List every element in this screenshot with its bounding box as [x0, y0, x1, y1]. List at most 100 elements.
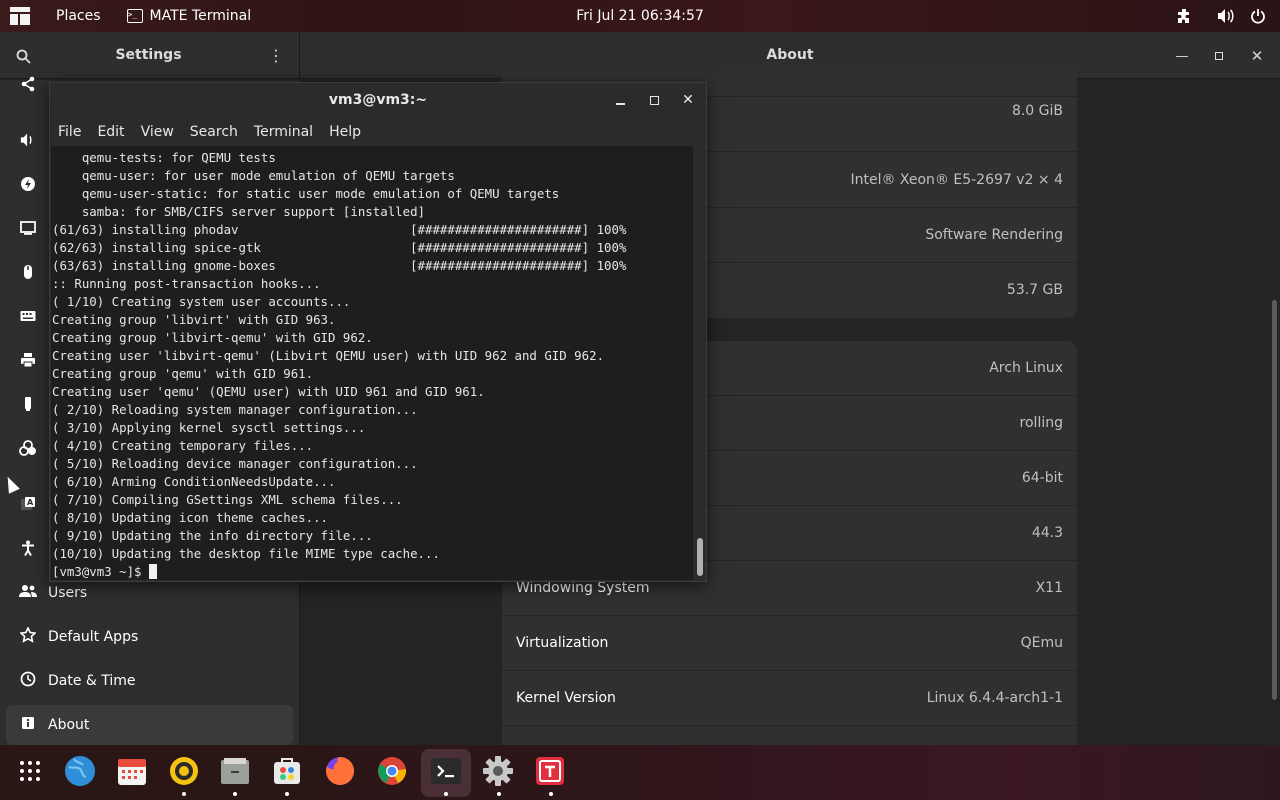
power-icon[interactable]	[18, 174, 38, 194]
menu-terminal[interactable]: Terminal	[246, 118, 321, 146]
sidebar-item-about[interactable]: About	[6, 705, 293, 745]
clock[interactable]: Fri Jul 21 06:34:57	[576, 8, 704, 24]
terminal-titlebar[interactable]: vm3@vm3:~ ✕	[50, 83, 706, 118]
keyboard-icon[interactable]	[18, 306, 38, 326]
terminal-close-button[interactable]: ✕	[677, 89, 699, 111]
menu-help[interactable]: Help	[321, 118, 369, 146]
files-icon[interactable]	[215, 751, 255, 791]
minimize-icon: —	[1175, 48, 1189, 64]
terminal-icon[interactable]	[426, 751, 466, 791]
typora-icon[interactable]	[530, 751, 570, 791]
terminal-menubar: File Edit View Search Terminal Help	[50, 118, 706, 146]
top-panel: Places >_ MATE Terminal Fri Jul 21 06:34…	[0, 0, 1280, 32]
settings-title: Settings	[115, 47, 182, 63]
places-menu[interactable]: Places	[46, 0, 111, 32]
removable-media-icon[interactable]	[18, 394, 38, 414]
terminal-scrollbar[interactable]	[695, 146, 706, 580]
firefox-icon[interactable]	[320, 751, 360, 791]
terminal-prompt: [vm3@vm3 ~]$	[52, 564, 149, 579]
web-browser-icon[interactable]	[60, 751, 100, 791]
menu-file[interactable]: File	[50, 118, 89, 146]
rhythmbox-icon[interactable]	[164, 751, 204, 791]
row-value: 44.3	[1031, 525, 1063, 541]
processor-value: Intel® Xeon® E5-2697 v2 × 4	[850, 172, 1063, 188]
terminal-line: qemu-user-static: for static user mode e…	[52, 186, 560, 201]
virtualization-row[interactable]: Virtualization QEmu	[502, 616, 1077, 671]
terminal-line: ( 3/10) Applying kernel sysctl settings.…	[52, 420, 366, 435]
terminal-line: Creating user 'qemu' (QEMU user) with UI…	[52, 384, 485, 399]
menu-edit[interactable]: Edit	[89, 118, 132, 146]
terminal-app-icon: >_	[126, 9, 143, 23]
dock-running-indicator	[285, 792, 289, 796]
terminal-maximize-button[interactable]	[643, 89, 665, 111]
settings-icon[interactable]	[478, 751, 518, 791]
dock-running-indicator	[444, 792, 448, 796]
terminal-line: Creating group 'libvirt' with GID 963.	[52, 312, 336, 327]
volume-icon[interactable]	[1210, 0, 1242, 32]
active-app-menu[interactable]: >_ MATE Terminal	[117, 0, 262, 32]
extension-icon[interactable]	[1168, 0, 1200, 32]
software-icon[interactable]	[267, 751, 307, 791]
sound-icon[interactable]	[18, 130, 38, 150]
terminal-output[interactable]: qemu-tests: for QEMU tests qemu-user: fo…	[51, 146, 693, 580]
terminal-prompt-line: [vm3@vm3 ~]$	[52, 563, 626, 580]
color-icon[interactable]	[18, 438, 38, 458]
display-icon[interactable]	[18, 218, 38, 238]
dock-running-indicator	[182, 792, 186, 796]
terminal-line: ( 1/10) Creating system user accounts...	[52, 294, 351, 309]
terminal-minimize-button[interactable]	[609, 89, 631, 111]
app-grid-icon[interactable]	[10, 751, 50, 791]
row-value: Linux 6.4.4-arch1-1	[926, 690, 1063, 706]
calendar-icon[interactable]	[112, 751, 152, 791]
sidebar-item-default-apps[interactable]: Default Apps	[6, 617, 293, 657]
terminal-line: :: Running post-transaction hooks...	[52, 276, 321, 291]
terminal-line: qemu-tests: for QEMU tests	[52, 150, 276, 165]
terminal-line: Creating group 'qemu' with GID 961.	[52, 366, 314, 381]
kernel-version-row[interactable]: Kernel Version Linux 6.4.4-arch1-1	[502, 671, 1077, 726]
terminal-lines: qemu-tests: for QEMU tests qemu-user: fo…	[52, 149, 626, 580]
clock-icon	[18, 671, 38, 691]
close-button[interactable]: ✕	[1245, 44, 1269, 68]
share-icon[interactable]	[18, 74, 38, 94]
menu-view[interactable]: View	[133, 118, 182, 146]
info-icon	[18, 716, 38, 734]
minimize-button[interactable]: —	[1170, 44, 1194, 68]
terminal-line: (61/63) installing phodav [#############…	[52, 222, 627, 237]
sidebar-item-label: About	[48, 717, 90, 733]
sidebar-item-date-time[interactable]: Date & Time	[6, 661, 293, 701]
system-row[interactable]	[502, 726, 1077, 745]
main-menu-button[interactable]: ⋮	[264, 44, 288, 68]
minimize-icon	[615, 103, 625, 105]
dock-running-indicator	[497, 792, 501, 796]
default-apps-icon	[18, 626, 38, 647]
sidebar-item-label: Users	[48, 585, 88, 601]
sidebar-item-label: Date & Time	[48, 673, 136, 689]
menu-search[interactable]: Search	[182, 118, 246, 146]
row-value: rolling	[1019, 415, 1063, 431]
terminal-line: qemu-user: for user mode emulation of QE…	[52, 168, 455, 183]
settings-sidebar-header: Settings ⋮	[0, 32, 300, 79]
mouse-icon[interactable]	[18, 262, 38, 282]
row-label: Virtualization	[516, 635, 609, 651]
row-label: Kernel Version	[516, 690, 616, 706]
terminal-line: ( 8/10) Updating icon theme caches...	[52, 510, 329, 525]
power-icon[interactable]	[1242, 0, 1274, 32]
row-value: QEmu	[1020, 635, 1063, 651]
terminal-line: Creating user 'libvirt-qemu' (Libvirt QE…	[52, 348, 605, 363]
apps-menu-icon[interactable]	[8, 4, 32, 28]
accessibility-icon[interactable]	[18, 538, 38, 558]
chrome-icon[interactable]	[372, 751, 412, 791]
terminal-scrollbar-thumb[interactable]	[697, 538, 703, 576]
svg-text:A: A	[27, 498, 34, 507]
terminal-line: (63/63) installing gnome-boxes [########…	[52, 258, 627, 273]
printer-icon[interactable]	[18, 350, 38, 370]
maximize-button[interactable]	[1207, 44, 1231, 68]
row-value: 64-bit	[1021, 470, 1063, 486]
memory-value: 8.0 GiB	[1011, 103, 1063, 119]
close-icon: ✕	[1250, 47, 1264, 65]
about-scrollbar[interactable]	[1272, 300, 1277, 700]
places-label: Places	[56, 8, 101, 24]
region-icon[interactable]: A	[18, 494, 38, 514]
terminal-line: ( 6/10) Arming ConditionNeedsUpdate...	[52, 474, 336, 489]
sidebar-item-label: Default Apps	[48, 629, 139, 645]
